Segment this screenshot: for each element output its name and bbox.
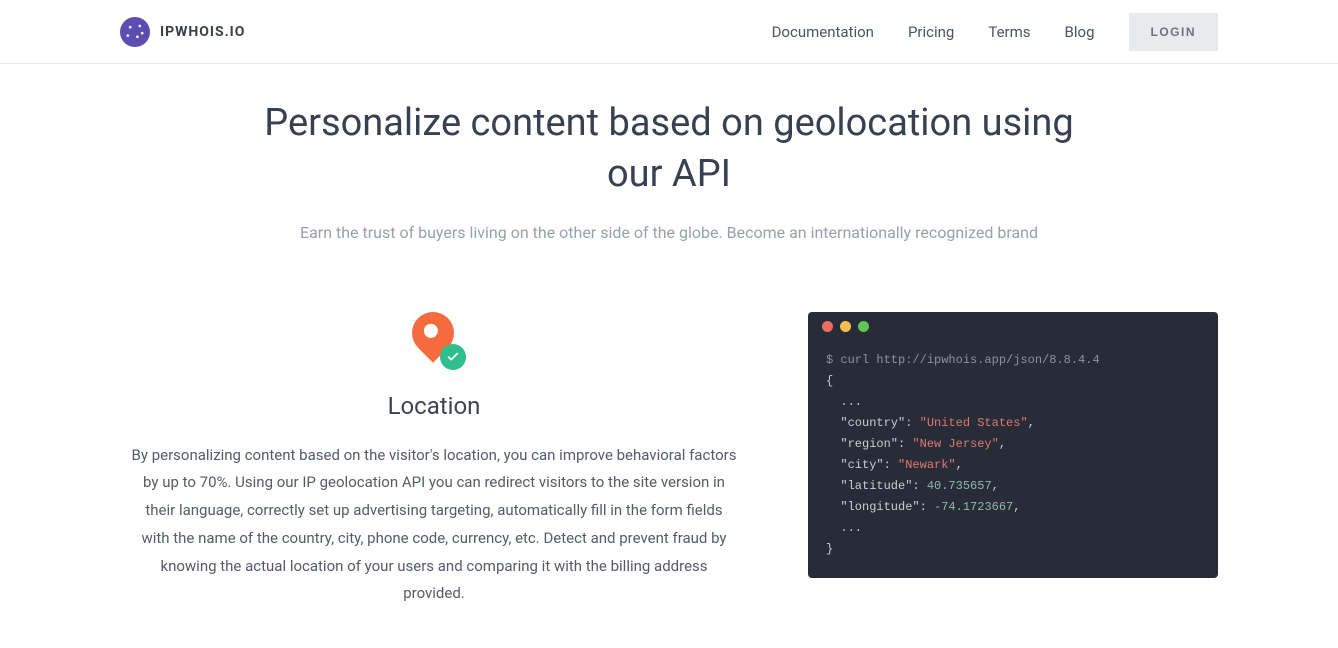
- nav-terms[interactable]: Terms: [988, 23, 1030, 41]
- terminal-body: $ curl http://ipwhois.app/json/8.8.4.4 {…: [808, 342, 1218, 578]
- checkmark-icon: [440, 344, 466, 370]
- nav-pricing[interactable]: Pricing: [908, 23, 954, 41]
- terminal-command: $ curl http://ipwhois.app/json/8.8.4.4: [826, 353, 1100, 367]
- window-minimize-icon: [840, 321, 851, 332]
- site-header: IPWHOIS.IO Documentation Pricing Terms B…: [0, 0, 1338, 64]
- logo-text: IPWHOIS.IO: [160, 24, 245, 40]
- code-terminal: $ curl http://ipwhois.app/json/8.8.4.4 {…: [808, 312, 1218, 578]
- feature-title: Location: [130, 392, 738, 420]
- location-pin-icon: [408, 312, 460, 376]
- main-nav: Documentation Pricing Terms Blog LOGIN: [772, 13, 1218, 51]
- nav-blog[interactable]: Blog: [1065, 23, 1095, 41]
- hero-title: Personalize content based on geolocation…: [259, 98, 1079, 201]
- window-close-icon: [822, 321, 833, 332]
- feature-description: By personalizing content based on the vi…: [130, 442, 738, 609]
- hero-subtitle: Earn the trust of buyers living on the o…: [120, 223, 1218, 242]
- logo-icon: [120, 17, 150, 47]
- nav-documentation[interactable]: Documentation: [772, 23, 874, 41]
- feature-column: Location By personalizing content based …: [120, 312, 748, 609]
- window-zoom-icon: [858, 321, 869, 332]
- logo[interactable]: IPWHOIS.IO: [120, 17, 245, 47]
- login-button[interactable]: LOGIN: [1129, 13, 1219, 51]
- terminal-titlebar: [808, 312, 1218, 342]
